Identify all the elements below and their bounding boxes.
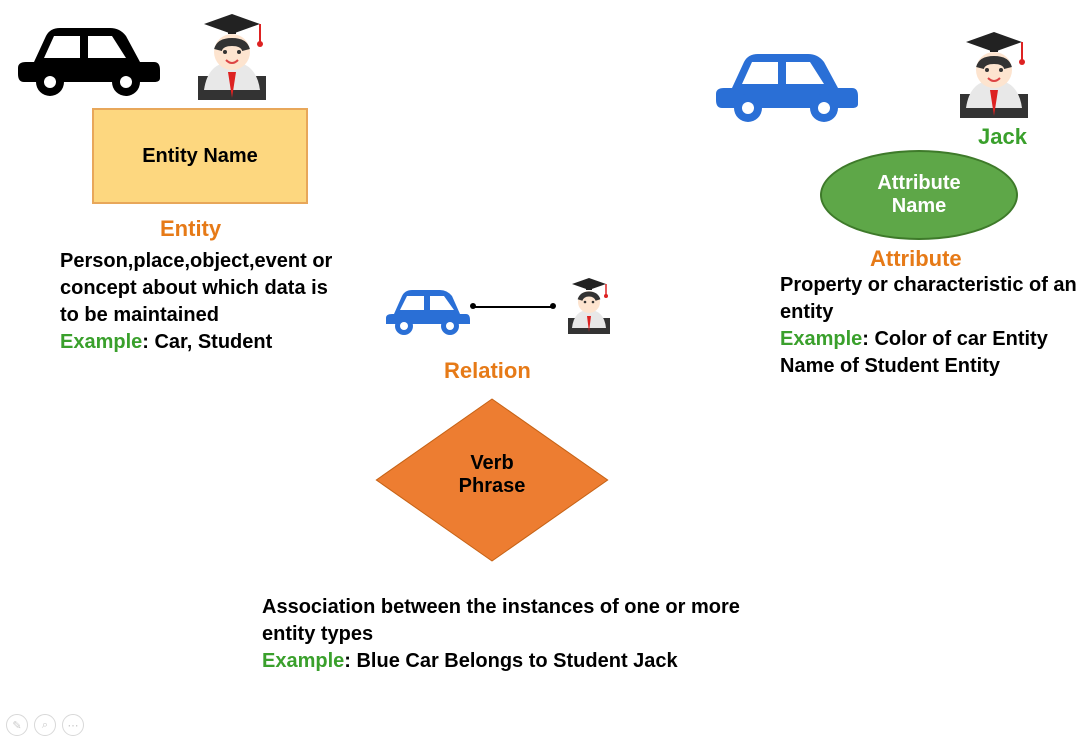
relation-description: Association between the instances of one… bbox=[262, 594, 762, 675]
attribute-description: Property or characteristic of an entity … bbox=[780, 272, 1080, 380]
relation-dot bbox=[470, 303, 476, 309]
entity-title: Entity bbox=[160, 216, 221, 242]
car-icon bbox=[380, 280, 472, 343]
entity-description: Person,place,object,event or concept abo… bbox=[60, 248, 350, 356]
car-icon bbox=[712, 38, 862, 131]
relation-shape-text: VerbPhrase bbox=[392, 452, 592, 498]
relation-title: Relation bbox=[444, 358, 531, 384]
attribute-shape: AttributeName bbox=[820, 150, 1018, 240]
student-icon bbox=[556, 270, 622, 341]
jack-label: Jack bbox=[978, 124, 1027, 150]
toolbar: ✎ ⌕ ⋯ bbox=[6, 714, 84, 736]
relation-line bbox=[472, 306, 554, 308]
more-icon[interactable]: ⋯ bbox=[62, 714, 84, 736]
student-icon bbox=[942, 20, 1047, 125]
entity-shape-label: Entity Name bbox=[142, 145, 258, 168]
pen-icon[interactable]: ✎ bbox=[6, 714, 28, 736]
car-icon bbox=[14, 12, 164, 105]
zoom-icon[interactable]: ⌕ bbox=[34, 714, 56, 736]
entity-shape: Entity Name bbox=[92, 108, 308, 204]
attribute-title: Attribute bbox=[870, 246, 962, 272]
student-icon bbox=[180, 2, 285, 107]
attribute-shape-label: AttributeName bbox=[877, 172, 960, 218]
